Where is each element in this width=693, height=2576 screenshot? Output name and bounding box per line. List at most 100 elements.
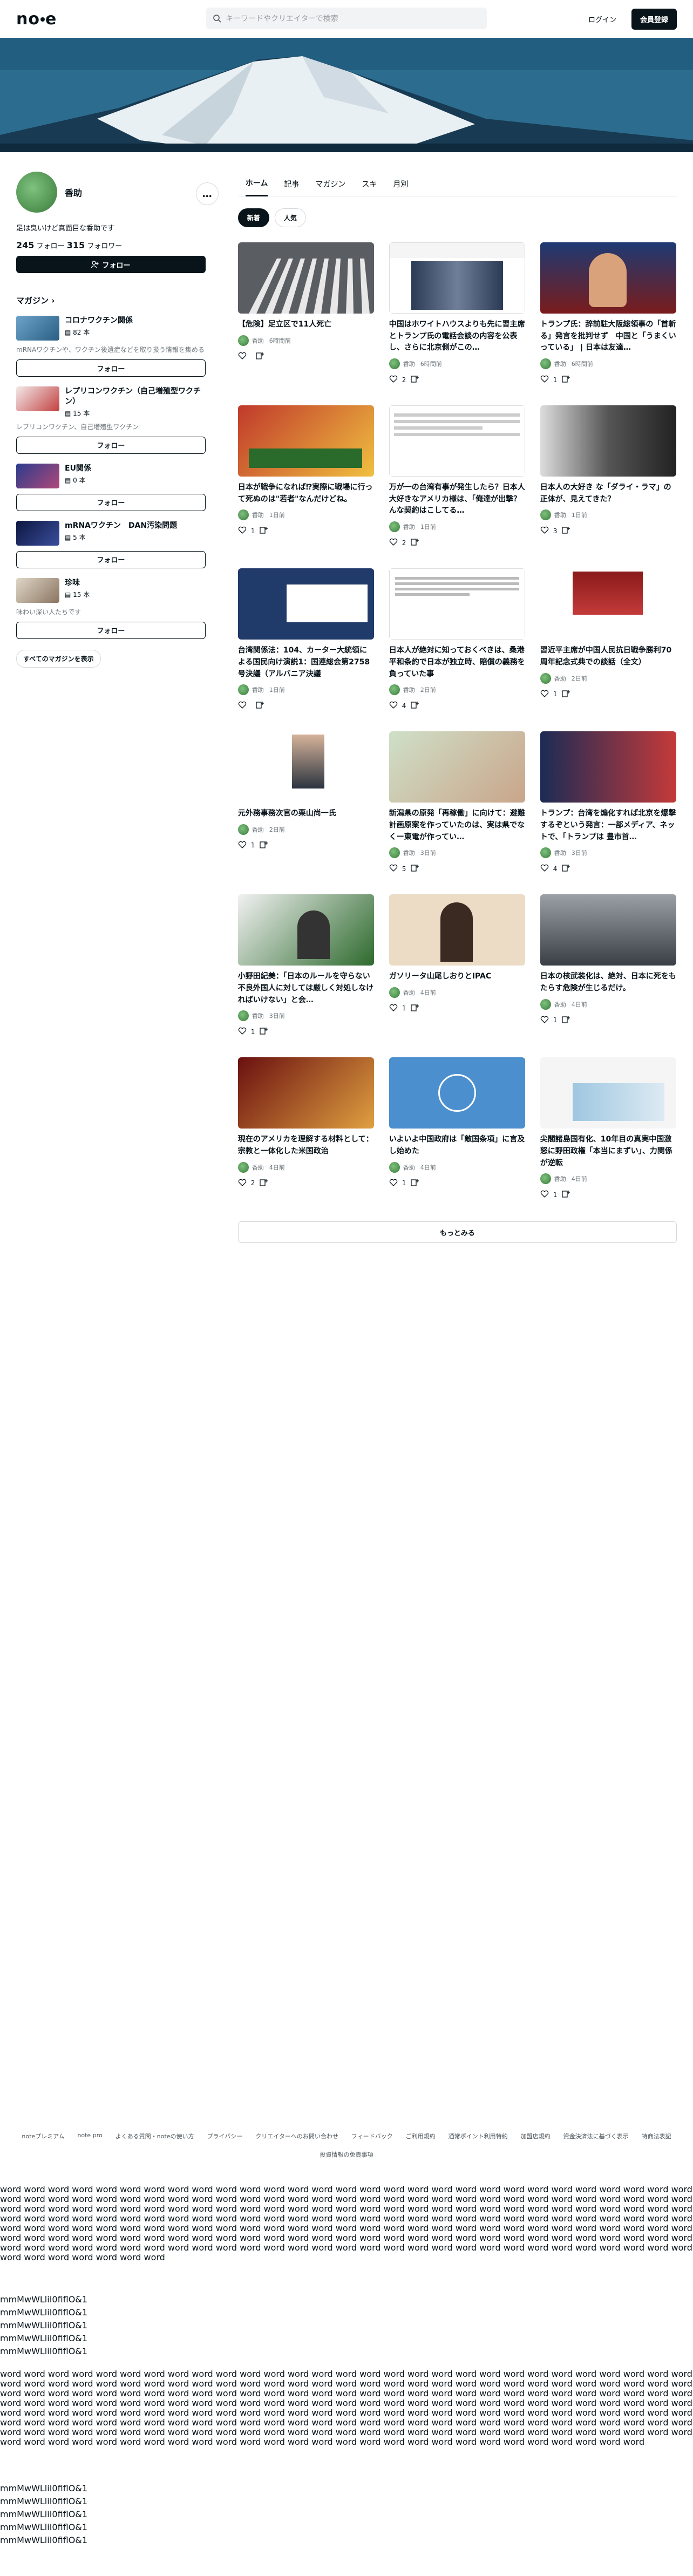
author-avatar[interactable]: [540, 847, 551, 859]
heart-icon[interactable]: [540, 689, 549, 699]
author-avatar[interactable]: [237, 335, 249, 346]
tab-likes[interactable]: スキ: [362, 172, 377, 196]
follow-button[interactable]: フォロー: [16, 256, 206, 273]
magazine-add-icon[interactable]: [259, 526, 268, 536]
author-name[interactable]: 香助: [403, 359, 415, 368]
article-thumbnail[interactable]: [389, 568, 525, 640]
article-thumbnail[interactable]: [540, 405, 676, 477]
author-name[interactable]: 香助: [403, 848, 415, 857]
article-title[interactable]: トランプ氏：辞前駐大阪総領事の「首斬る」発言を批判せず 中国と「うまくいっている…: [540, 319, 676, 354]
signup-button[interactable]: 会員登録: [631, 8, 677, 30]
author-name[interactable]: 香助: [252, 511, 264, 519]
heart-icon[interactable]: [389, 701, 398, 711]
footer-link[interactable]: 通常ポイント利用特約: [449, 2132, 508, 2140]
search-input[interactable]: キーワードやクリエイターで検索: [206, 8, 487, 29]
heart-icon[interactable]: [540, 864, 549, 874]
article-card[interactable]: 日本人が絶対に知っておくべきは、桑港平和条約で日本が独立時、賠償の義務を負ってい…: [389, 568, 525, 711]
article-card[interactable]: 中国はホワイトハウスよりも先に習主席とトランプ氏の電話会談の内容を公表し、さらに…: [389, 242, 525, 385]
article-card[interactable]: 現在のアメリカを理解する材料として：宗教と一体化した米国政治 香助 4日前 2: [237, 1057, 374, 1200]
heart-icon[interactable]: [540, 375, 549, 385]
magazine-add-icon[interactable]: [259, 1178, 268, 1188]
author-name[interactable]: 香助: [252, 685, 264, 694]
heart-icon[interactable]: [389, 864, 398, 874]
article-title[interactable]: 小野田紀美：「日本のルールを守らない不良外国人に対しては厳しく対処しなければいけ…: [238, 971, 374, 1006]
magazine-add-icon[interactable]: [410, 1178, 419, 1188]
magazine-add-icon[interactable]: [259, 840, 268, 851]
avatar[interactable]: [16, 172, 57, 213]
magazine-item[interactable]: mRNAワクチン DAN汚染問題 ▤ 5 本 フォロー: [16, 520, 206, 568]
article-card[interactable]: 尖閣諸島国有化、10年目の真実中国激怒に野田政権「本当にまずい」、力関係が逆転香…: [540, 1057, 676, 1200]
magazine-item[interactable]: 珍味 ▤ 15 本 味わい深い人たちです フォロー: [16, 577, 206, 639]
footer-link[interactable]: クリエイターへのお問い合わせ: [255, 2132, 338, 2140]
article-card[interactable]: 日本人の大好き な「ダライ・ラマ」の正体が、見えてきた？ 香助 1日前 3: [540, 405, 676, 548]
article-title[interactable]: 万が一の台湾有事が発生したら？日本人大好きなアメリカ様は、「俺達が出撃？んな契約…: [389, 482, 525, 517]
article-thumbnail[interactable]: [237, 1057, 374, 1129]
article-card[interactable]: 新潟県の原発「再稼働」に向けて：避難計画原案を作っていたのは、実は県でなくー東電…: [389, 731, 525, 874]
author-name[interactable]: 香助: [554, 674, 566, 683]
article-title[interactable]: 台湾関係法：104、カーター大統領による国民向け演説1：国連総会第2758号決議…: [238, 645, 374, 680]
article-title[interactable]: トランプ：台湾を煽化すれば北京を爆撃するぞという発言：一部メディア、ネットで、「…: [540, 808, 676, 843]
magazine-section-title[interactable]: マガジン ›: [16, 295, 206, 306]
user-name[interactable]: 香助: [65, 186, 82, 199]
article-thumbnail[interactable]: [237, 894, 374, 966]
follower-count[interactable]: 315: [67, 240, 85, 250]
article-title[interactable]: 現在のアメリカを理解する材料として：宗教と一体化した米国政治: [238, 1134, 374, 1157]
author-avatar[interactable]: [389, 358, 400, 370]
magazine-name[interactable]: mRNAワクチン DAN汚染問題: [65, 521, 177, 531]
magazine-add-icon[interactable]: [561, 526, 570, 536]
login-button[interactable]: ログイン: [581, 9, 624, 30]
heart-icon[interactable]: [238, 351, 247, 362]
footer-link[interactable]: フィードバック: [351, 2132, 393, 2140]
magazine-add-icon[interactable]: [259, 1027, 268, 1037]
author-avatar[interactable]: [389, 847, 400, 859]
article-thumbnail[interactable]: [540, 1057, 676, 1129]
article-thumbnail[interactable]: [237, 568, 374, 640]
article-thumbnail[interactable]: [540, 731, 676, 803]
author-name[interactable]: 香助: [403, 988, 415, 997]
article-card[interactable]: 元外務事務次官の栗山尚一氏 香助 2日前 1: [237, 731, 374, 874]
author-name[interactable]: 香助: [252, 1011, 264, 1020]
heart-icon[interactable]: [238, 840, 247, 851]
magazine-follow-button[interactable]: フォロー: [16, 436, 206, 454]
heart-icon[interactable]: [389, 375, 398, 385]
article-title[interactable]: 日本人の大好き な「ダライ・ラマ」の正体が、見えてきた？: [540, 482, 676, 505]
author-avatar[interactable]: [389, 987, 400, 998]
footer-link[interactable]: 加盟店規約: [521, 2132, 551, 2140]
article-thumbnail[interactable]: [540, 568, 676, 640]
heart-icon[interactable]: [389, 538, 398, 548]
article-thumbnail[interactable]: [389, 242, 525, 314]
follow-count[interactable]: 245: [16, 240, 34, 250]
magazine-name[interactable]: コロナワクチン関係: [65, 316, 133, 326]
more-menu-button[interactable]: …: [195, 182, 219, 205]
footer-link[interactable]: プライバシー: [207, 2132, 242, 2140]
article-title[interactable]: 習近平主席が中国人民抗日戦争勝利70周年記念式典での談話（全文）: [540, 645, 676, 668]
heart-icon[interactable]: [389, 1003, 398, 1014]
author-avatar[interactable]: [237, 509, 249, 521]
article-thumbnail[interactable]: [237, 731, 374, 803]
author-avatar[interactable]: [389, 521, 400, 533]
magazine-item[interactable]: EU関係 ▤ 0 本 フォロー: [16, 463, 206, 511]
tab-magazines[interactable]: マガジン: [315, 172, 345, 196]
author-avatar[interactable]: [540, 509, 551, 521]
magazine-add-icon[interactable]: [410, 1003, 419, 1014]
heart-icon[interactable]: [238, 701, 247, 711]
article-title[interactable]: 尖閣諸島国有化、10年目の真実中国激怒に野田政権「本当にまずい」、力関係が逆転: [540, 1134, 676, 1169]
magazine-name[interactable]: レプリコンワクチン（自己増殖型ワクチン）: [65, 386, 206, 407]
author-name[interactable]: 香助: [554, 511, 566, 519]
article-title[interactable]: 日本が戦争になれば⁉実際に戦場に行って死ぬのは"若者"なんだけどね。: [238, 482, 374, 505]
article-card[interactable]: トランプ：台湾を煽化すれば北京を爆撃するぞという発言：一部メディア、ネットで、「…: [540, 731, 676, 874]
author-avatar[interactable]: [540, 358, 551, 370]
heart-icon[interactable]: [540, 1190, 549, 1200]
heart-icon[interactable]: [238, 1027, 247, 1037]
magazine-follow-button[interactable]: フォロー: [16, 621, 206, 639]
author-name[interactable]: 香助: [554, 1000, 566, 1009]
article-thumbnail[interactable]: [540, 894, 676, 966]
article-thumbnail[interactable]: [389, 731, 525, 803]
article-thumbnail[interactable]: [540, 242, 676, 314]
article-card[interactable]: 小野田紀美：「日本のルールを守らない不良外国人に対しては厳しく対処しなければいけ…: [237, 894, 374, 1037]
heart-icon[interactable]: [238, 1178, 247, 1188]
follower-label[interactable]: フォロワー: [87, 242, 122, 250]
author-avatar[interactable]: [237, 1010, 249, 1022]
magazine-item[interactable]: コロナワクチン関係 ▤ 82 本 mRNAワクチンや、ワクチン後遺症などを取り扱…: [16, 316, 206, 377]
article-thumbnail[interactable]: [389, 405, 525, 477]
